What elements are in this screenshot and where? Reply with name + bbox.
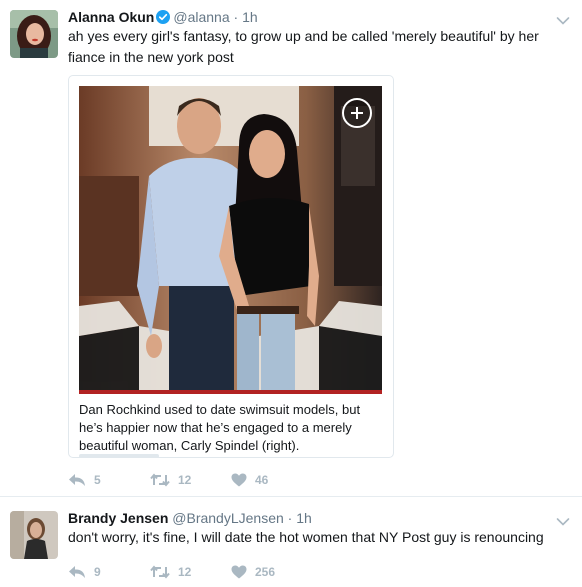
article-photo[interactable] [79, 86, 382, 390]
avatar[interactable] [10, 10, 58, 58]
avatar[interactable] [10, 511, 58, 559]
like-count: 46 [255, 473, 269, 487]
reply-button[interactable]: 5 [68, 471, 101, 489]
display-name[interactable]: Brandy Jensen [68, 510, 168, 526]
retweet-button[interactable]: 12 [150, 471, 191, 489]
retweet-button[interactable]: 12 [150, 563, 191, 581]
tweet[interactable]: Alanna Okun @alanna · 1h ah yes every gir… [0, 0, 582, 496]
expand-plus-icon[interactable] [342, 98, 372, 128]
reply-count: 9 [94, 565, 101, 579]
tweet-text: ah yes every girl's fantasy, to grow up … [68, 28, 539, 65]
card-source-line [79, 454, 159, 457]
user-handle[interactable]: @BrandyLJensen [172, 510, 284, 526]
tweet[interactable]: Brandy Jensen @BrandyLJensen · 1h don't … [0, 497, 582, 587]
retweet-count: 12 [178, 473, 192, 487]
separator-dot: · [233, 9, 239, 25]
like-button[interactable]: 46 [231, 471, 268, 489]
reply-icon [68, 473, 86, 487]
retweet-icon [150, 565, 170, 579]
tweet-header: Alanna Okun @alanna · 1h [68, 8, 258, 28]
reply-button[interactable]: 9 [68, 563, 101, 581]
tweet-text: don't worry, it's fine, I will date the … [68, 529, 544, 545]
timestamp[interactable]: 1h [296, 510, 312, 526]
reply-icon [68, 565, 86, 579]
link-card[interactable]: Dan Rochkind used to date swimsuit model… [68, 75, 394, 458]
heart-icon [231, 565, 247, 579]
photo-caption: Dan Rochkind used to date swimsuit model… [79, 402, 361, 453]
reply-count: 5 [94, 473, 101, 487]
caption-divider [79, 390, 382, 394]
user-handle[interactable]: @alanna [173, 9, 229, 25]
timestamp[interactable]: 1h [242, 9, 258, 25]
chevron-down-icon[interactable] [556, 13, 570, 25]
separator-dot: · [287, 510, 293, 526]
chevron-down-icon[interactable] [556, 514, 570, 526]
heart-icon [231, 473, 247, 487]
retweet-icon [150, 473, 170, 487]
retweet-count: 12 [178, 565, 192, 579]
like-count: 256 [255, 565, 276, 579]
display-name[interactable]: Alanna Okun [68, 9, 154, 25]
like-button[interactable]: 256 [231, 563, 275, 581]
tweet-header: Brandy Jensen @BrandyLJensen · 1h [68, 509, 312, 527]
